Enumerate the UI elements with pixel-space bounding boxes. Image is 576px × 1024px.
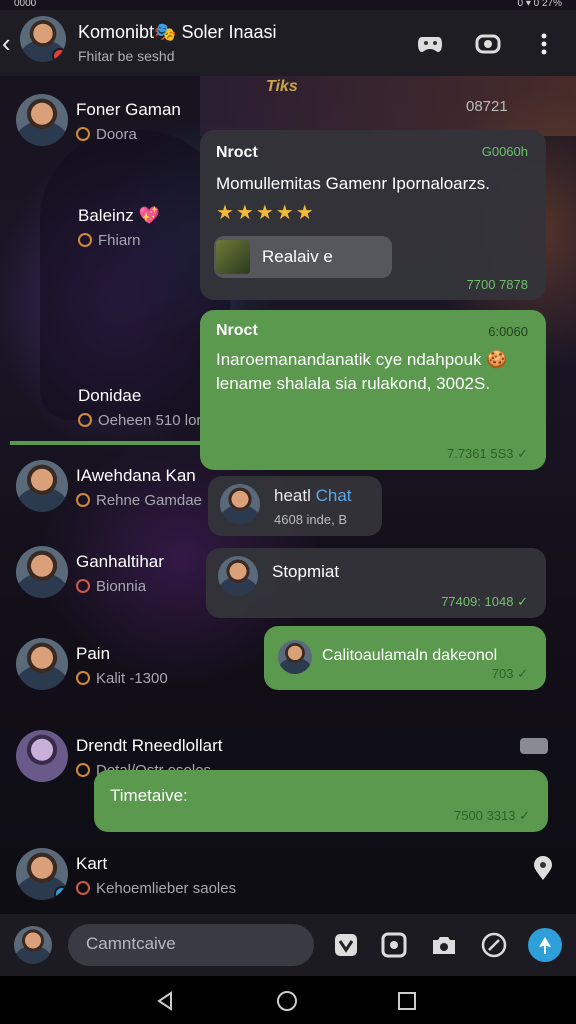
message-status: 6:0060 [488,324,528,339]
message-text: Timetaive: [110,786,188,805]
message-timestamp: 7500 3313 ✓ [454,808,530,823]
message-input-bar: Camntcaive [0,914,576,976]
contact-avatar [16,94,68,146]
contact-status-text: Kalit -1300 [96,670,168,687]
message-sender: Nroct [216,144,258,161]
attachment-label: Realaiv e [262,247,333,266]
contact-avatar [16,730,68,782]
nav-back-icon[interactable] [154,990,176,1012]
system-nav-bar [0,976,576,1024]
status-icon [76,127,90,141]
status-icon [76,579,90,593]
sticker-icon[interactable] [380,931,408,959]
sender-avatar [220,484,260,524]
attachment-thumbnail [216,240,250,274]
contact-status: Rehne Gamdae [76,492,202,509]
corner-count: 08721 [466,98,508,115]
contact-status-text: Rehne Gamdae [96,492,202,509]
contact-name: Foner Gaman [76,100,181,119]
mute-icon[interactable] [520,738,548,754]
wallpaper-banner [200,76,576,136]
status-time: 0000 [14,0,37,9]
status-icon [76,493,90,507]
contact-name: Pain [76,644,111,663]
message-text: Momullemitas Gamenr Ipornaloarzs. [216,174,490,193]
contact-status: Oeheen 510 lor [78,412,201,429]
unread-divider [10,441,210,445]
wallpaper-banner-text: Tiks [266,78,298,95]
contact-name: Drendt Rneedlollart [76,736,223,755]
more-options-icon[interactable] [530,30,558,58]
status-icon [76,671,90,685]
back-arrow-icon[interactable]: ‹ [2,28,11,59]
message-bubble[interactable]: Timetaive: 7500 3313 ✓ [94,770,548,832]
contact-status-text: Oeheen 510 lor [98,412,202,429]
location-pin-icon[interactable] [532,856,554,887]
message-text-main: heatl [274,486,311,505]
chat-subtitle: Fhitar be seshd [78,48,175,64]
contact-avatar [16,848,68,900]
message-bubble[interactable]: Nroct G0060h Momullemitas Gamenr Ipornal… [200,130,546,300]
my-avatar[interactable] [14,926,52,964]
message-input[interactable]: Camntcaive [68,924,314,966]
nav-recents-icon[interactable] [396,990,418,1012]
message-bubble[interactable]: Stopmiat 77409: 1048 ✓ [206,548,546,618]
video-call-icon[interactable] [474,30,502,58]
game-controller-icon[interactable] [416,30,444,58]
contact-avatar [16,460,68,512]
contact-name: Kart [76,854,108,873]
notification-badge-icon [52,48,66,62]
contact-status: Kalit -1300 [76,670,168,687]
group-avatar[interactable] [20,16,66,62]
message-bubble[interactable]: heatl Chat 4608 inde, B [208,476,382,536]
sender-avatar [218,556,258,596]
contact-status-text: Kehoemlieber saoles [96,880,237,897]
contact-status-text: Fhiarn [98,232,141,249]
chat-header: ‹ Komonibt🎭 Soler Inaasi Fhitar be seshd [0,10,576,76]
sender-avatar [278,640,312,674]
contact-status: Kehoemlieber saoles [76,880,236,897]
message-timestamp: 703 ✓ [491,666,528,681]
star-rating: ★★★★★ [216,202,316,224]
contact-name: Ganhaltihar [76,552,164,571]
message-text: heatl Chat [274,486,352,506]
verified-badge-icon [54,886,68,900]
status-indicators: 0 ▾ 0 27% [517,0,563,9]
contact-status: Fhiarn [78,232,141,249]
status-icon [76,881,90,895]
emoji-icon[interactable] [332,931,360,959]
message-timestamp: 7700 7878 [466,277,528,292]
status-bar: 0000 0 ▾ 0 27% [0,0,576,10]
contact-status-text: Doora [96,126,137,143]
message-link[interactable]: Chat [316,486,352,505]
contact-avatar [16,638,68,690]
message-bubble[interactable]: Calitoaulamaln dakeonol 703 ✓ [264,626,546,690]
contact-name: IAwehdana Kan [76,466,196,485]
message-bubble[interactable]: Nroct 6:0060 Inaroemanandanatik cye ndah… [200,310,546,470]
message-status: G0060h [481,144,528,159]
contact-name: Donidae [78,386,142,405]
send-icon[interactable] [528,928,562,962]
contact-status-text: Bionnia [96,578,147,595]
camera-icon[interactable] [430,931,458,959]
contact-status: Doora [76,126,137,143]
attachment-chip[interactable]: Realaiv e [214,236,392,278]
message-subtext: 4608 inde, B [274,512,348,527]
message-sender: Nroct [216,322,258,339]
status-icon [78,233,92,247]
message-timestamp: 77409: 1048 ✓ [441,594,528,609]
contact-name: Baleinz 💖 [78,206,160,225]
message-text: Stopmiat [272,562,340,581]
gif-icon[interactable] [480,931,508,959]
status-icon [78,413,92,427]
message-text: Calitoaulamaln dakeonol [322,647,498,664]
contact-status: Bionnia [76,578,146,595]
chat-title[interactable]: Komonibt🎭 Soler Inaasi [78,22,277,43]
message-timestamp: 7.7361 5S3 ✓ [446,446,528,461]
nav-home-icon[interactable] [276,990,298,1012]
status-icon [76,763,90,777]
contact-avatar [16,546,68,598]
message-text: Inaroemanandanatik cye ndahpouk 🍪 lename… [216,350,508,393]
